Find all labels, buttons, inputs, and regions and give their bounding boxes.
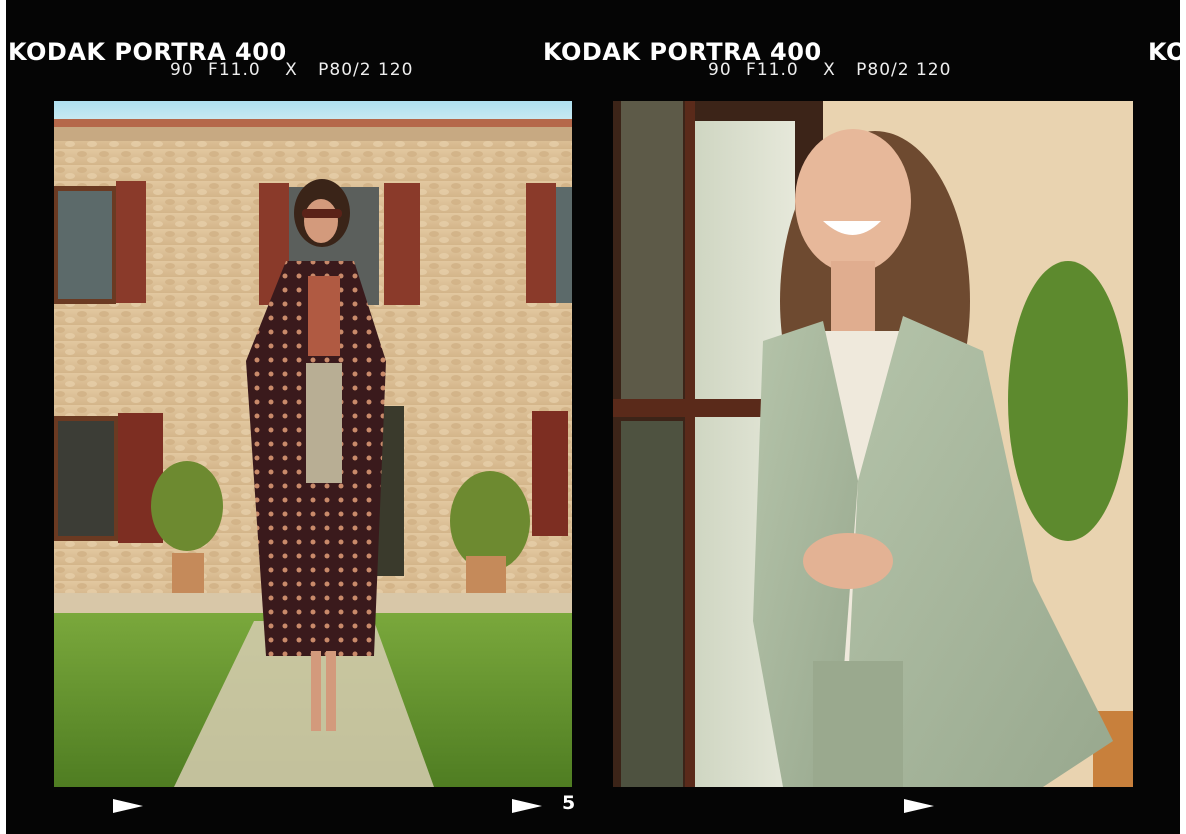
photo-blazer-laugh [613,101,1133,787]
right-white-border [1180,0,1186,834]
film-label-3-partial: KO [1148,40,1186,64]
photo-frame-2 [613,101,1133,787]
play-arrow-icon [512,798,542,817]
film-iso: 90 [708,60,732,80]
film-meta: 90 F11.0 X P80/2 120 [708,62,951,79]
film-brand-partial: KO [1148,38,1186,66]
frame-number: 5 [562,792,576,814]
film-separator: X [823,60,836,80]
film-label-1: KODAK PORTRA 400 90 F11.0 X P80/2 120 [8,40,412,79]
film-strip: KODAK PORTRA 400 90 F11.0 X P80/2 120 KO… [6,0,1186,834]
film-iso: 90 [170,60,194,80]
film-label-2: KODAK PORTRA 400 90 F11.0 X P80/2 120 [543,40,950,79]
photo-frame-1 [54,101,572,787]
film-aperture: F11.0 [746,60,799,80]
film-code: P80/2 120 [856,60,952,80]
film-aperture: F11.0 [208,60,261,80]
film-code: P80/2 120 [318,60,414,80]
film-meta: 90 F11.0 X P80/2 120 [170,62,413,79]
film-separator: X [285,60,298,80]
photo-villa-kimono [54,101,572,787]
play-arrow-icon [113,798,143,817]
play-arrow-icon [904,798,934,817]
